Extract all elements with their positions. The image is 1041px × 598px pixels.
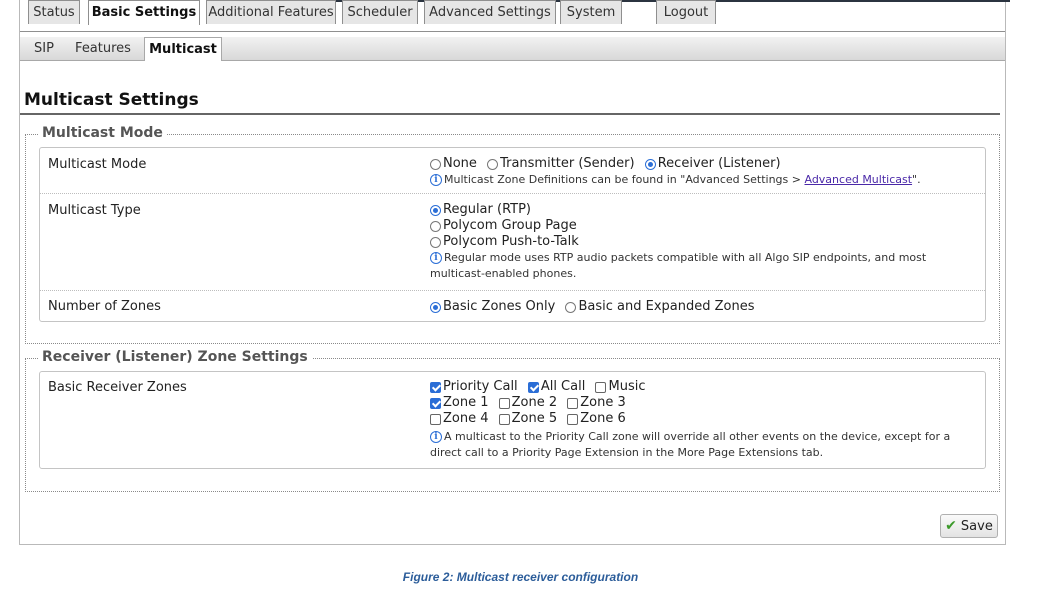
multicast-type-row: Multicast Type Regular (RTP) Polycom Gro… <box>40 194 985 291</box>
type-polycom-group-radio[interactable]: Polycom Group Page <box>430 218 577 234</box>
info-icon: i <box>430 431 442 443</box>
multicast-mode-row: Multicast Mode None Transmitter (Sender)… <box>40 148 985 194</box>
advanced-multicast-link[interactable]: Advanced Multicast <box>804 173 912 186</box>
zone-6-checkbox[interactable]: Zone 6 <box>567 411 626 427</box>
save-button[interactable]: ✔ Save <box>940 514 998 538</box>
multicast-mode-label: Multicast Mode <box>48 157 147 172</box>
option-label: Polycom Push-to-Talk <box>443 234 579 249</box>
zone-all-call-checkbox[interactable]: All Call <box>527 379 586 395</box>
radio-icon <box>565 301 577 313</box>
basic-receiver-zones-value: Priority Call All Call Music Zone 1 Zone… <box>430 379 975 461</box>
option-label: Receiver (Listener) <box>657 156 781 171</box>
type-regular-radio[interactable]: Regular (RTP) <box>430 202 531 218</box>
tab-advanced-settings[interactable]: Advanced Settings <box>424 0 556 24</box>
page-title: Multicast Settings <box>24 90 199 110</box>
checkbox-icon <box>430 413 441 425</box>
checkbox-label: Zone 6 <box>580 411 626 426</box>
radio-icon <box>430 158 441 170</box>
multicast-mode-panel: Multicast Mode None Transmitter (Sender)… <box>39 147 986 322</box>
zones-basic-radio[interactable]: Basic Zones Only <box>430 299 555 315</box>
radio-icon <box>487 158 499 170</box>
multicast-type-label: Multicast Type <box>48 203 141 218</box>
option-label: Regular (RTP) <box>443 202 532 217</box>
radio-selected-icon <box>430 204 441 216</box>
main-tab-bar-rule <box>20 31 1005 32</box>
option-label: Basic and Expanded Zones <box>578 299 755 314</box>
tab-status[interactable]: Status <box>28 0 80 24</box>
title-rule <box>20 113 1000 115</box>
zone-3-checkbox[interactable]: Zone 3 <box>567 395 626 411</box>
checkbox-label: Music <box>608 379 646 394</box>
zone-priority-call-checkbox[interactable]: Priority Call <box>430 379 518 395</box>
basic-receiver-zones-label: Basic Receiver Zones <box>48 380 187 395</box>
zone-2-checkbox[interactable]: Zone 2 <box>498 395 558 411</box>
checkbox-icon <box>567 413 579 425</box>
checkbox-label: Zone 3 <box>580 395 626 410</box>
checkbox-checked-icon <box>527 381 539 393</box>
number-of-zones-label: Number of Zones <box>48 299 161 314</box>
mode-note-text: Multicast Zone Definitions can be found … <box>444 173 805 186</box>
mode-note-suffix: ". <box>912 173 921 186</box>
radio-icon <box>430 220 441 232</box>
checkbox-label: Zone 2 <box>511 395 558 410</box>
mode-receiver-radio[interactable]: Receiver (Listener) <box>644 156 781 172</box>
receiver-note-line2: direct call to a Priority Page Extension… <box>430 446 824 459</box>
checkbox-checked-icon <box>430 397 441 409</box>
checkbox-label: Zone 5 <box>511 411 558 426</box>
mode-none-radio[interactable]: None <box>430 156 477 172</box>
receiver-zone-fieldset: Receiver (Listener) Zone Settings Basic … <box>25 349 1000 492</box>
checkmark-icon: ✔ <box>945 518 957 534</box>
zone-music-checkbox[interactable]: Music <box>595 379 645 395</box>
type-note-line1: Regular mode uses RTP audio packets comp… <box>444 251 927 264</box>
fieldset-legend: Multicast Mode <box>38 125 167 141</box>
zones-expanded-radio[interactable]: Basic and Expanded Zones <box>565 299 754 315</box>
tab-additional-features[interactable]: Additional Features <box>206 0 336 24</box>
number-of-zones-row: Number of Zones Basic Zones Only Basic a… <box>40 291 985 323</box>
zone-5-checkbox[interactable]: Zone 5 <box>498 411 558 427</box>
zone-4-checkbox[interactable]: Zone 4 <box>430 411 489 427</box>
sub-tab-bar: SIP Features Multicast <box>20 37 1005 61</box>
tab-logout[interactable]: Logout <box>656 0 716 24</box>
checkbox-checked-icon <box>430 381 441 393</box>
radio-icon <box>430 236 441 248</box>
tab-scheduler[interactable]: Scheduler <box>342 0 418 24</box>
save-button-label: Save <box>960 518 993 534</box>
figure-caption: Figure 2: Multicast receiver configurati… <box>402 570 639 584</box>
tab-system[interactable]: System <box>560 0 622 24</box>
info-icon: i <box>430 174 442 186</box>
multicast-mode-value: None Transmitter (Sender) Receiver (List… <box>430 156 975 188</box>
type-note-line2: multicast-enabled phones. <box>430 267 577 280</box>
checkbox-label: Zone 1 <box>443 395 489 410</box>
checkbox-icon <box>567 397 579 409</box>
subtab-sip[interactable]: SIP <box>26 37 62 60</box>
checkbox-icon <box>498 397 510 409</box>
checkbox-label: Priority Call <box>443 379 518 394</box>
option-label: Basic Zones Only <box>443 299 556 314</box>
type-polycom-ptt-radio[interactable]: Polycom Push-to-Talk <box>430 234 579 250</box>
checkbox-icon <box>498 413 510 425</box>
option-label: None <box>443 156 477 171</box>
option-label: Polycom Group Page <box>443 218 577 233</box>
radio-selected-icon <box>430 301 441 313</box>
subtab-features[interactable]: Features <box>70 37 136 60</box>
checkbox-icon <box>595 381 607 393</box>
checkbox-label: All Call <box>540 379 586 394</box>
multicast-mode-fieldset: Multicast Mode Multicast Mode None Trans… <box>25 125 1000 344</box>
checkbox-label: Zone 4 <box>443 411 489 426</box>
tab-basic-settings[interactable]: Basic Settings <box>88 0 200 25</box>
info-icon: i <box>430 252 442 264</box>
radio-selected-icon <box>644 158 656 170</box>
multicast-type-value: Regular (RTP) Polycom Group Page Polycom… <box>430 202 975 282</box>
number-of-zones-value: Basic Zones Only Basic and Expanded Zone… <box>430 299 975 315</box>
mode-transmitter-radio[interactable]: Transmitter (Sender) <box>487 156 635 172</box>
fieldset-legend: Receiver (Listener) Zone Settings <box>38 349 312 365</box>
subtab-multicast[interactable]: Multicast <box>144 37 222 61</box>
zone-1-checkbox[interactable]: Zone 1 <box>430 395 489 411</box>
option-label: Transmitter (Sender) <box>500 156 635 171</box>
receiver-note-line1: A multicast to the Priority Call zone wi… <box>444 430 951 443</box>
receiver-zone-panel: Basic Receiver Zones Priority Call All C… <box>39 371 986 469</box>
